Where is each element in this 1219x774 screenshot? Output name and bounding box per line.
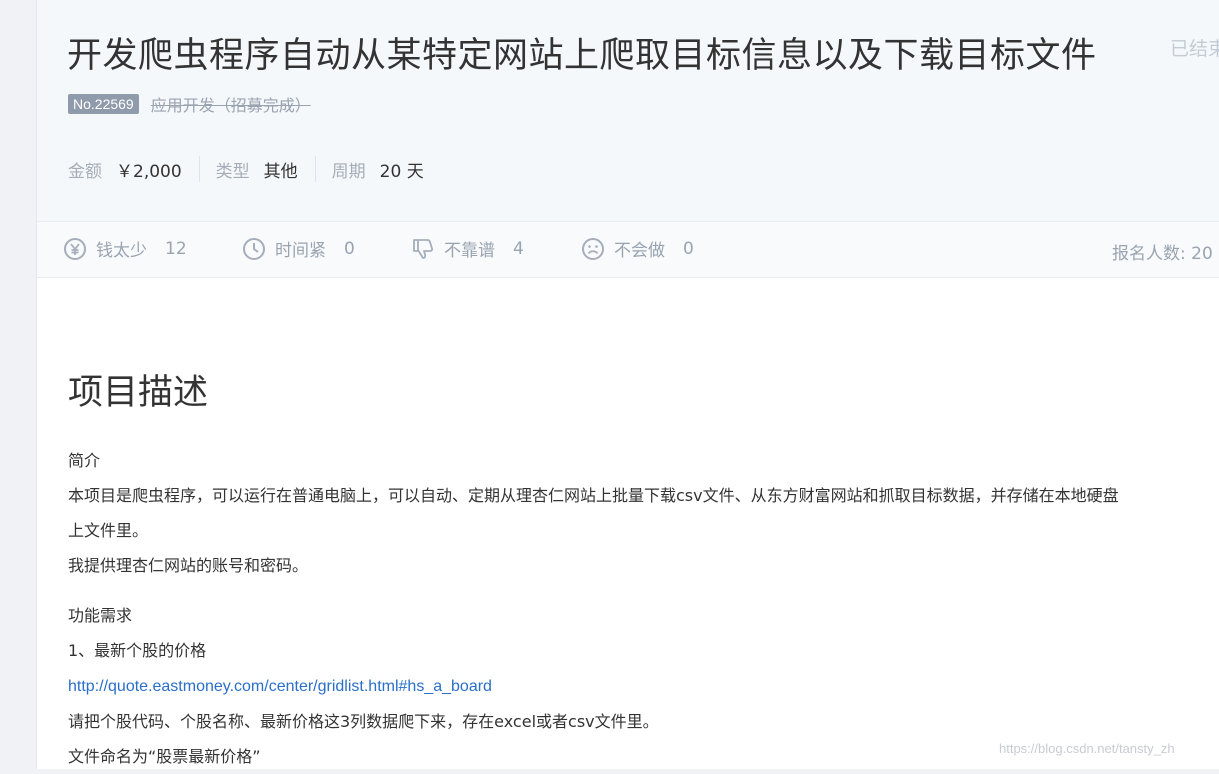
meta-period: 周期 20 天	[332, 157, 424, 182]
amount-label: 金额	[68, 161, 102, 182]
feedback-bar: 钱太少 12 时间紧 0 不靠谱 4 不会做 0 报名人数: 20	[37, 222, 1219, 278]
requirement-desc: 请把个股代码、个股名称、最新价格这3列数据爬下来，存在excel或者csv文件里…	[68, 712, 659, 731]
clock-icon	[243, 237, 265, 260]
amount-value: ￥2,000	[116, 161, 182, 182]
project-number-badge: No.22569	[68, 94, 139, 114]
signup-value: 20	[1191, 244, 1213, 264]
meta-amount: 金额 ￥2,000	[68, 157, 182, 182]
project-header: 开发爬虫程序自动从某特定网站上爬取目标信息以及下载目标文件 已结束 No.225…	[37, 0, 1219, 222]
feedback-count: 12	[165, 238, 187, 259]
project-meta: 金额 ￥2,000 类型 其他 周期 20 天	[68, 156, 424, 182]
type-value: 其他	[263, 161, 298, 182]
feedback-label: 时间紧	[275, 241, 326, 261]
feedback-too-little-money[interactable]: 钱太少 12	[63, 236, 187, 261]
feedback-count: 4	[513, 238, 524, 259]
intro-line: 我提供理杏仁网站的账号和密码。	[68, 556, 309, 575]
watermark: https://blog.csdn.net/tansty_zh	[999, 741, 1175, 756]
project-card: 开发爬虫程序自动从某特定网站上爬取目标信息以及下载目标文件 已结束 No.225…	[36, 0, 1219, 769]
requirement-link[interactable]: http://quote.eastmoney.com/center/gridli…	[68, 678, 492, 695]
feedback-time-tight[interactable]: 时间紧 0	[242, 236, 355, 261]
description-heading: 项目描述	[68, 373, 209, 413]
intro-label: 简介	[68, 451, 101, 470]
status-badge: 已结束	[1170, 38, 1219, 60]
feedback-unreliable[interactable]: 不靠谱 4	[411, 236, 524, 261]
divider	[198, 156, 200, 182]
type-label: 类型	[215, 161, 250, 182]
signup-label: 报名人数:	[1112, 244, 1186, 264]
meta-type: 类型 其他	[216, 157, 298, 182]
period-label: 周期	[331, 161, 366, 182]
feedback-count: 0	[683, 238, 694, 259]
requirement-title: 1、最新个股的价格	[68, 641, 207, 660]
intro-line: 上文件里。	[68, 521, 149, 540]
signup-count: 报名人数: 20	[1112, 239, 1213, 264]
project-tags: No.22569 应用开发（招募完成）	[68, 92, 311, 116]
yen-icon	[64, 237, 86, 260]
intro-line: 本项目是爬虫程序，可以运行在普通电脑上，可以自动、定期从理杏仁网站上批量下载cs…	[68, 486, 1119, 505]
feedback-label: 不靠谱	[444, 241, 495, 261]
feedback-label: 钱太少	[96, 241, 147, 261]
feedback-cannot-do[interactable]: 不会做 0	[581, 236, 694, 261]
thumbs-down-icon	[413, 238, 434, 259]
requirements-label: 功能需求	[68, 606, 133, 625]
feedback-count: 0	[344, 238, 355, 259]
project-description: 项目描述 简介 本项目是爬虫程序，可以运行在普通电脑上，可以自动、定期从理杏仁网…	[68, 364, 1218, 774]
page-title: 开发爬虫程序自动从某特定网站上爬取目标信息以及下载目标文件	[67, 36, 1097, 76]
feedback-label: 不会做	[614, 241, 665, 261]
divider	[314, 156, 316, 182]
sad-face-icon	[582, 237, 604, 260]
project-category[interactable]: 应用开发（招募完成）	[151, 92, 311, 116]
period-value: 20 天	[379, 161, 424, 182]
